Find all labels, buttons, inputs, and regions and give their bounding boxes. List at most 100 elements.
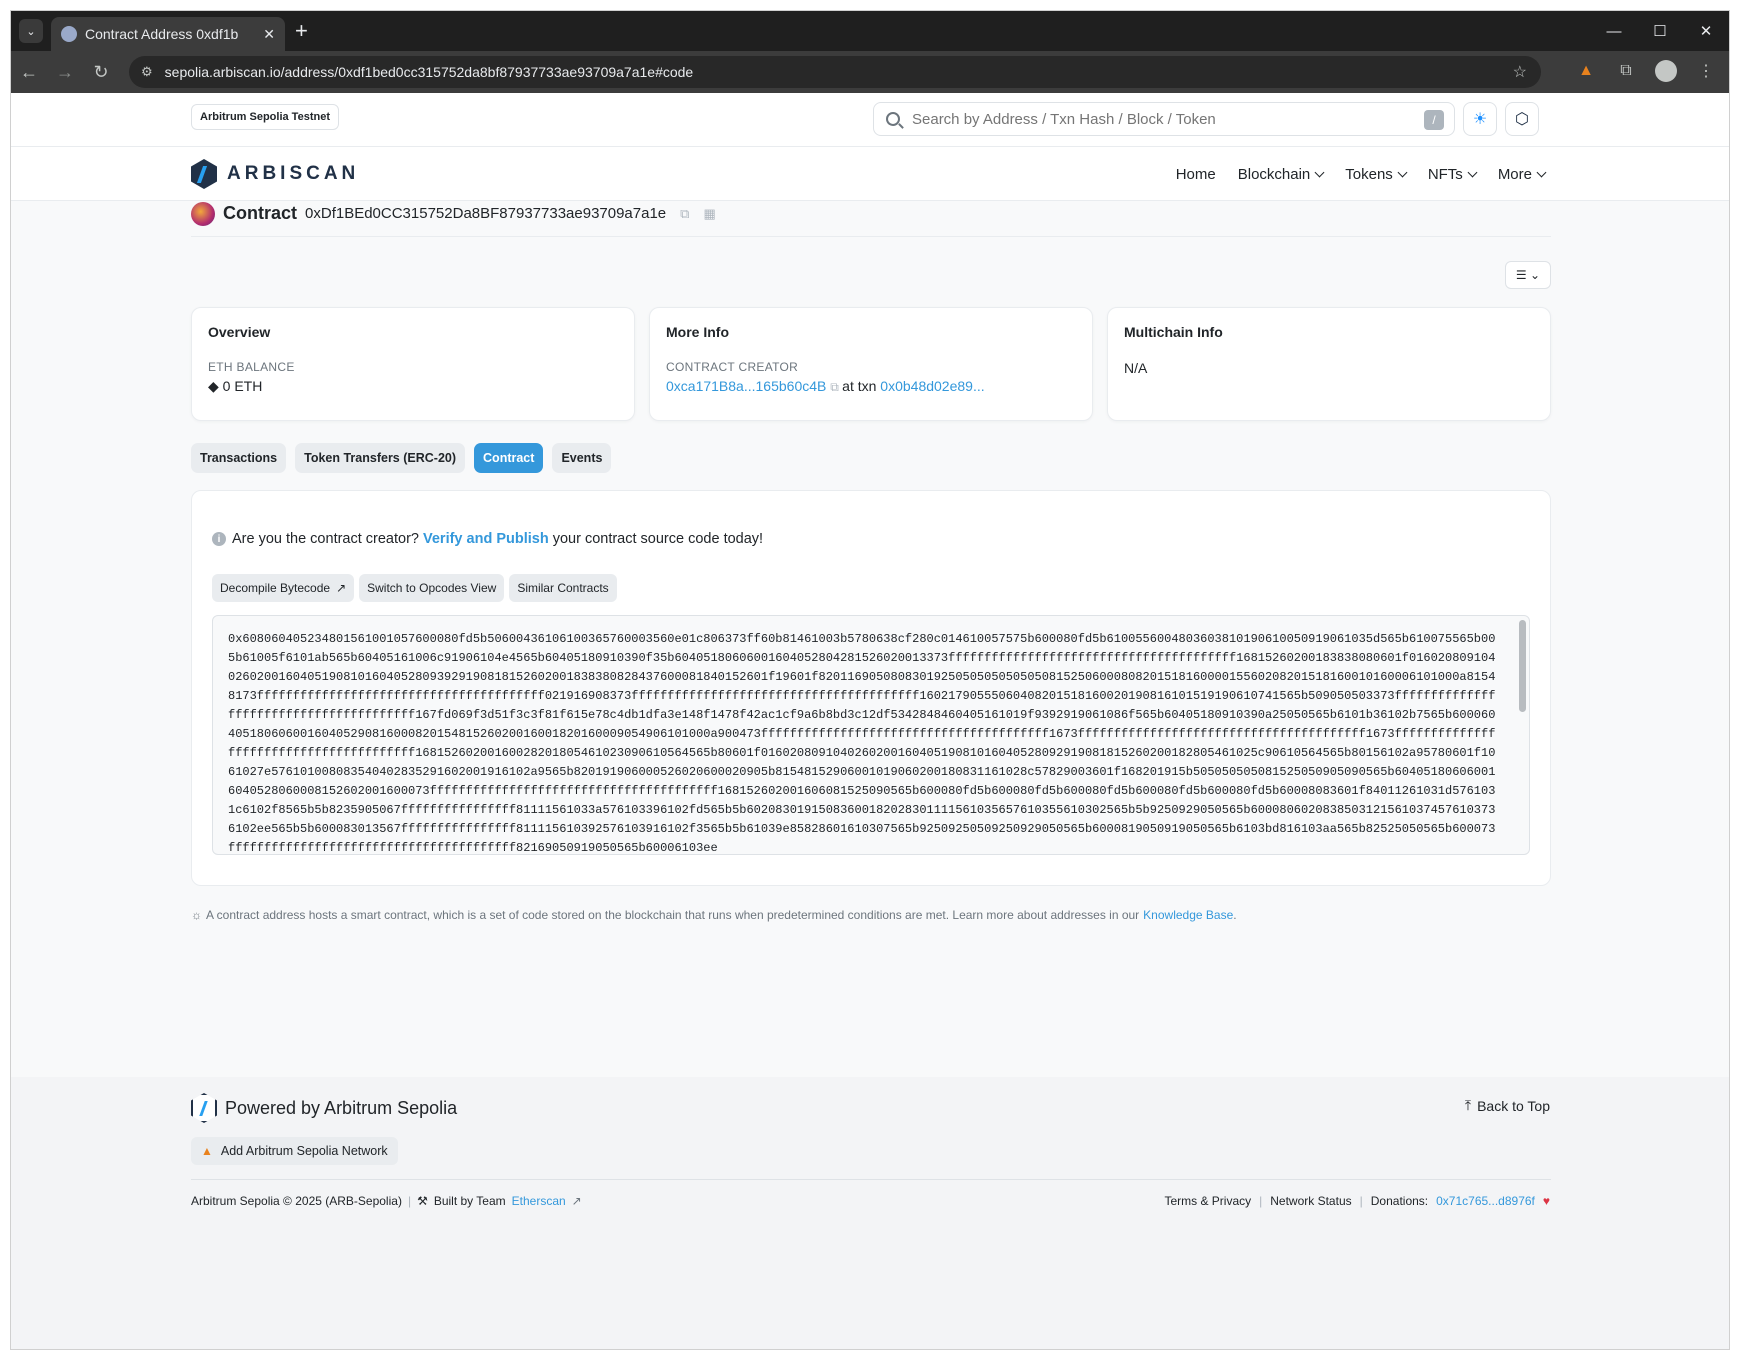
- similar-label: Similar Contracts: [517, 581, 609, 595]
- verify-publish-link[interactable]: Verify and Publish: [423, 531, 549, 547]
- url-text[interactable]: sepolia.arbiscan.io/address/0xdf1bed0cc3…: [165, 64, 694, 80]
- tab-token-transfers[interactable]: Token Transfers (ERC-20): [295, 443, 466, 473]
- metamask-fox-icon: ▲: [201, 1144, 213, 1158]
- new-tab-icon[interactable]: +: [295, 19, 308, 43]
- site-logo[interactable]: ARBISCAN: [191, 159, 359, 189]
- network-status-link[interactable]: Network Status: [1270, 1194, 1351, 1208]
- terms-privacy-link[interactable]: Terms & Privacy: [1164, 1194, 1251, 1208]
- tab-close-icon[interactable]: ✕: [263, 26, 275, 43]
- reload-icon[interactable]: ↻: [83, 54, 119, 90]
- built-by-text: Built by Team: [433, 1194, 506, 1208]
- multichain-card: Multichain Info N/A: [1107, 307, 1551, 421]
- more-info-card: More Info CONTRACT CREATOR 0xca171B8a...…: [649, 307, 1093, 421]
- copy-icon[interactable]: ⧉: [680, 206, 689, 222]
- copy-icon[interactable]: ⧉: [830, 380, 842, 394]
- tab-favicon-icon: [61, 26, 77, 42]
- metamask-icon[interactable]: ▲: [1571, 56, 1601, 86]
- etherscan-link[interactable]: Etherscan: [512, 1194, 566, 1208]
- bytecode-textarea[interactable]: 0x608060405234801561001057600080fd5b5060…: [212, 615, 1530, 855]
- nav-blockchain-label: Blockchain: [1237, 165, 1311, 183]
- back-to-top-link[interactable]: ⤒ Back to Top: [1465, 1097, 1550, 1114]
- tab-search-icon[interactable]: ⌄: [19, 19, 43, 43]
- bookmark-star-icon[interactable]: ☆: [1513, 62, 1527, 82]
- tab-transactions[interactable]: Transactions: [191, 443, 287, 473]
- nav-nfts[interactable]: NFTs: [1428, 166, 1478, 183]
- search-icon: [886, 112, 900, 126]
- tab-events[interactable]: Events: [552, 443, 612, 473]
- tab-contract[interactable]: Contract: [474, 443, 544, 473]
- logo-text: ARBISCAN: [227, 163, 360, 184]
- extensions-icon[interactable]: ⧉: [1611, 56, 1641, 86]
- more-info-title: More Info: [666, 324, 729, 340]
- forward-icon[interactable]: →: [47, 54, 83, 90]
- nav-blockchain[interactable]: Blockchain: [1237, 165, 1325, 183]
- contract-creator-label: CONTRACT CREATOR: [666, 360, 799, 374]
- multichain-title: Multichain Info: [1124, 324, 1223, 340]
- back-to-top-label: Back to Top: [1477, 1097, 1550, 1114]
- arrow-up-icon: ⤒: [1464, 1097, 1472, 1113]
- lightbulb-icon: ☼: [191, 908, 202, 922]
- knowledge-base-link[interactable]: Knowledge Base: [1143, 908, 1233, 922]
- add-network-button[interactable]: ▲ Add Arbitrum Sepolia Network: [191, 1137, 398, 1165]
- site-info-icon[interactable]: ⚙: [141, 64, 153, 80]
- browser-menu-icon[interactable]: ⋮: [1691, 56, 1721, 86]
- back-icon[interactable]: ←: [11, 54, 47, 90]
- verify-notice: i Are you the contract creator? Verify a…: [212, 531, 763, 547]
- nav-tokens-label: Tokens: [1345, 165, 1393, 183]
- opcodes-view-button[interactable]: Switch to Opcodes View: [359, 574, 505, 602]
- network-badge[interactable]: Arbitrum Sepolia Testnet: [191, 104, 339, 130]
- nav-more[interactable]: More: [1498, 166, 1547, 183]
- search-shortcut-badge: /: [1424, 110, 1444, 130]
- bytecode-scrollbar[interactable]: [1519, 620, 1526, 712]
- chevron-down-icon: [1314, 167, 1325, 177]
- separator: |: [1259, 1194, 1263, 1208]
- footnote-end: .: [1233, 908, 1237, 922]
- creation-txn-link[interactable]: 0x0b48d02e89...: [880, 378, 984, 394]
- bytecode-text[interactable]: 0x608060405234801561001057600080fd5b5060…: [228, 630, 1500, 854]
- creator-address-link[interactable]: 0xca171B8a...165b60c4B: [666, 378, 826, 394]
- notice-suffix: your contract source code today!: [552, 531, 764, 547]
- decompile-label: Decompile Bytecode: [220, 581, 331, 595]
- eth-balance-value: 0 ETH: [222, 378, 263, 394]
- donations-address-link[interactable]: 0x71c765...d8976f: [1436, 1194, 1535, 1208]
- arbitrum-logo-icon: [191, 1093, 217, 1123]
- close-window-icon[interactable]: ✕: [1683, 11, 1729, 51]
- hammer-icon: ⚒: [417, 1194, 428, 1208]
- footnote-text: A contract address hosts a smart contrac…: [206, 908, 1140, 922]
- view-options-button[interactable]: ☰ ⌄: [1505, 261, 1551, 289]
- powered-by: Powered by Arbitrum Sepolia: [191, 1093, 457, 1123]
- powered-text: Powered by Arbitrum Sepolia: [225, 1097, 458, 1118]
- site-footer: Powered by Arbitrum Sepolia ⤒ Back to To…: [11, 1077, 1729, 1349]
- theme-toggle-icon[interactable]: ☀: [1463, 102, 1497, 136]
- profile-icon[interactable]: [1651, 56, 1681, 86]
- donations-label: Donations:: [1370, 1194, 1429, 1208]
- search-input[interactable]: [912, 110, 1392, 128]
- contract-panel: i Are you the contract creator? Verify a…: [191, 490, 1551, 886]
- arbitrum-network-icon[interactable]: ⬡: [1505, 102, 1539, 136]
- browser-tab[interactable]: Contract Address 0xdf1b ✕: [51, 17, 285, 51]
- main-content: Contract 0xDf1BEd0CC315752Da8BF87937733a…: [191, 201, 1551, 922]
- maximize-icon[interactable]: ☐: [1637, 11, 1683, 51]
- contract-creator-row: 0xca171B8a...165b60c4B ⧉ at txn 0x0b48d0…: [666, 378, 1076, 395]
- qr-code-icon[interactable]: ▦: [703, 206, 715, 222]
- footer-right: Terms & Privacy | Network Status | Donat…: [1164, 1194, 1550, 1208]
- external-link-icon: ↗: [571, 1194, 582, 1208]
- address-footnote: ☼ A contract address hosts a smart contr…: [191, 908, 1237, 922]
- extensions-area: ▲ ⧉ ⋮: [1571, 56, 1721, 86]
- heart-icon: ♥: [1542, 1194, 1550, 1208]
- nav-tokens[interactable]: Tokens: [1345, 165, 1408, 183]
- window-controls: — ☐ ✕: [1591, 11, 1729, 51]
- minimize-icon[interactable]: —: [1591, 11, 1637, 51]
- address-tabs: Transactions Token Transfers (ERC-20) Co…: [191, 443, 612, 473]
- similar-contracts-button[interactable]: Similar Contracts: [509, 574, 617, 602]
- chevron-down-icon: [1467, 167, 1478, 177]
- nav-home[interactable]: Home: [1176, 166, 1216, 183]
- info-icon: i: [212, 532, 226, 546]
- decompile-bytecode-button[interactable]: Decompile Bytecode ↗: [212, 574, 355, 602]
- nav-home-label: Home: [1175, 165, 1216, 183]
- footer-divider: [191, 1179, 1551, 1180]
- address-bar[interactable]: ⚙ sepolia.arbiscan.io/address/0xdf1bed0c…: [129, 56, 1541, 88]
- list-icon: ☰ ⌄: [1515, 268, 1541, 282]
- search-box[interactable]: /: [873, 102, 1455, 136]
- footer-left: Arbitrum Sepolia © 2025 (ARB-Sepolia) | …: [191, 1194, 582, 1208]
